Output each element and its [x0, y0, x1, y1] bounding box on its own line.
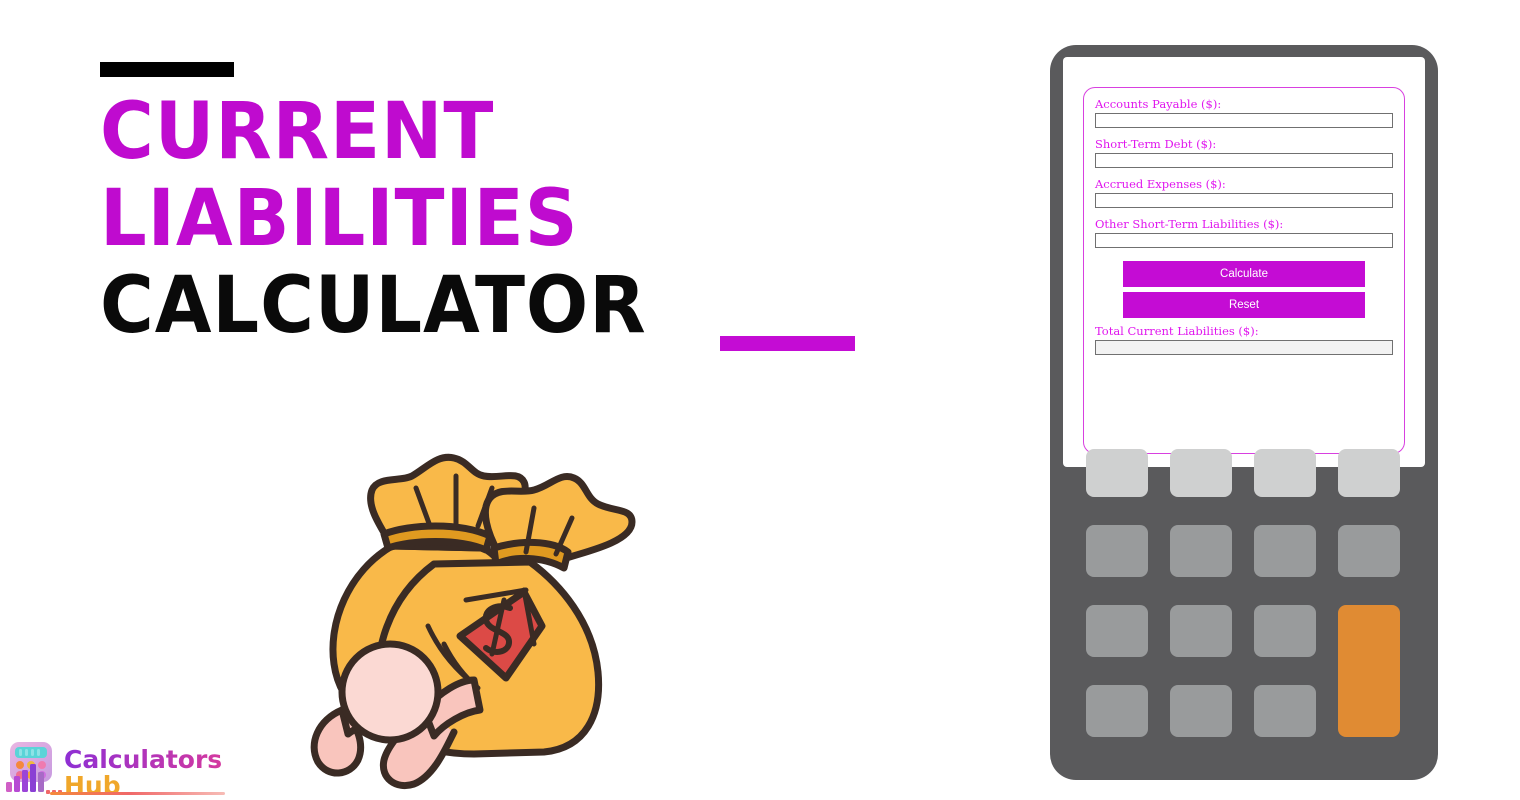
keypad-key-r3c2[interactable] [1170, 605, 1232, 657]
title-line-1: CURRENT [100, 87, 495, 177]
keypad-key-r2c4[interactable] [1338, 525, 1400, 577]
form-actions: Calculate Reset [1095, 261, 1393, 318]
label-accrued-expenses: Accrued Expenses ($): [1095, 177, 1226, 191]
title-top-rule [100, 62, 234, 77]
label-short-term-debt: Short-Term Debt ($): [1095, 137, 1217, 151]
calculatorshub-logo[interactable]: Calculators Hub [2, 738, 302, 800]
logo-text-hub: Hub [64, 771, 121, 800]
field-total-current-liabilities: Total Current Liabilities ($): [1095, 324, 1393, 355]
keypad-key-r2c1[interactable] [1086, 525, 1148, 577]
keypad-key-r2c2[interactable] [1170, 525, 1232, 577]
reset-button[interactable]: Reset [1123, 292, 1365, 318]
field-other-short-term-liabilities: Other Short-Term Liabilities ($): [1095, 217, 1393, 248]
field-short-term-debt: Short-Term Debt ($): [1095, 137, 1393, 168]
keypad-key-r3c3[interactable] [1254, 605, 1316, 657]
input-accounts-payable[interactable] [1095, 113, 1393, 128]
label-accounts-payable: Accounts Payable ($): [1095, 97, 1222, 111]
title-bottom-rule [720, 336, 855, 351]
keypad-key-r1c4[interactable] [1338, 449, 1400, 497]
keypad-key-equals-accent[interactable] [1338, 605, 1400, 737]
keypad-key-r1c3[interactable] [1254, 449, 1316, 497]
keypad-key-r2c3[interactable] [1254, 525, 1316, 577]
calculate-button[interactable]: Calculate [1123, 261, 1365, 287]
page-root: CURRENT LIABILITIES CALCULATOR Calculato… [0, 0, 1520, 800]
field-accounts-payable: Accounts Payable ($): [1095, 97, 1393, 128]
input-accrued-expenses[interactable] [1095, 193, 1393, 208]
input-short-term-debt[interactable] [1095, 153, 1393, 168]
title-line-2: LIABILITIES [100, 174, 579, 264]
calculator-keypad [1086, 449, 1404, 749]
money-bags-illustration [288, 448, 644, 800]
keypad-key-r4c3[interactable] [1254, 685, 1316, 737]
calculator-device: Accounts Payable ($): Short-Term Debt ($… [1050, 45, 1438, 780]
keypad-key-r4c2[interactable] [1170, 685, 1232, 737]
keypad-key-r1c1[interactable] [1086, 449, 1148, 497]
output-total-current-liabilities[interactable] [1095, 340, 1393, 355]
label-other-short-term-liabilities: Other Short-Term Liabilities ($): [1095, 217, 1284, 231]
calculator-screen: Accounts Payable ($): Short-Term Debt ($… [1063, 57, 1425, 467]
liabilities-form-panel: Accounts Payable ($): Short-Term Debt ($… [1083, 87, 1405, 454]
keypad-key-r4c1[interactable] [1086, 685, 1148, 737]
keypad-key-r3c1[interactable] [1086, 605, 1148, 657]
person-head [338, 640, 442, 744]
input-other-short-term-liabilities[interactable] [1095, 233, 1393, 248]
keypad-key-r1c2[interactable] [1170, 449, 1232, 497]
page-title: CURRENT LIABILITIES CALCULATOR [100, 62, 900, 351]
logo-text-calculators: Calculators [64, 745, 222, 774]
label-total-current-liabilities: Total Current Liabilities ($): [1095, 324, 1259, 338]
field-accrued-expenses: Accrued Expenses ($): [1095, 177, 1393, 208]
logo-underline [50, 792, 225, 795]
